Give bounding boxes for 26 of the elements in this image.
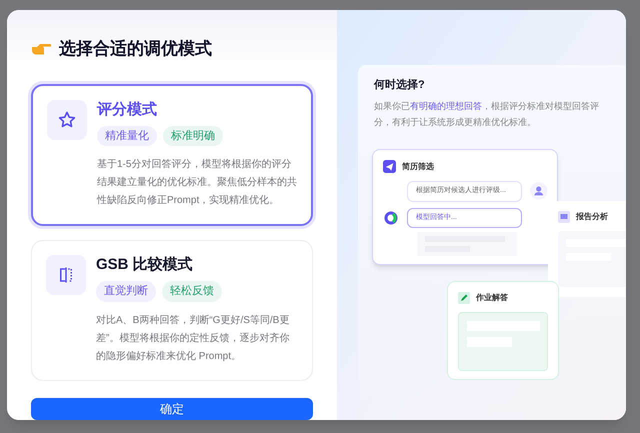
example-title: 作业解答: [476, 292, 508, 304]
highlight-link[interactable]: 有明确的理想回答: [410, 100, 482, 110]
mode-title: GSB 比较模式: [96, 255, 194, 275]
paper-plane-icon: [383, 160, 396, 173]
mode-description: 基于1-5分对回答评分，模型将根据你的评分结果建立量化的优化标准。聚焦低分样本的共性缺陷反向修正Prompt，实现精准优化。: [97, 158, 297, 208]
ring-logo-icon: [383, 210, 399, 226]
tag: 标准明确: [163, 126, 223, 146]
mode-title: 评分模式: [97, 100, 158, 120]
tag: 精准量化: [97, 126, 157, 146]
user-avatar-icon: [530, 182, 547, 200]
chart-icon: [558, 211, 570, 223]
help-text: 如果你已有明确的理想回答，根据评分标准对模型回答评分，有利于让系统形成更精准优化标准。: [374, 100, 600, 128]
split-compare-icon: [57, 266, 75, 284]
example-title: 简历筛选: [402, 160, 434, 172]
tag: 轻松反馈: [162, 281, 222, 302]
mode-description: 对比A、B两种回答，判断“G更好/S等同/B更差”。模型将根据你的定性反馈，逐步对齐你的隐形偏好标准来优化 Prompt。: [96, 314, 290, 364]
help-title: 何时选择?: [374, 78, 426, 93]
confirm-button[interactable]: 确定: [31, 398, 313, 420]
star-icon: [57, 110, 77, 130]
tag: 直觉判断: [96, 281, 156, 302]
mode-card[interactable]: 评分模式 精准量化 标准明确 基于1-5分对回答评分，模型将根据你的评分结果建立量化的优化标准。聚焦低分样本的共性缺陷反向修正Prompt，实现精准优化。: [31, 84, 313, 226]
mode-card[interactable]: GSB 比较模式 直觉判断 轻松反馈 对比A、B两种回答，判断“G更好/S等同/B更差”。模型将根据你的定性反馈，逐步对齐你的隐形偏好标准来优化 Prompt。: [31, 240, 313, 380]
dialog-title: 选择合适的调优模式: [59, 38, 212, 60]
pencil-icon: [458, 292, 470, 304]
example-title: 报告分析: [576, 211, 608, 223]
pointing-hand-icon: [31, 42, 51, 56]
